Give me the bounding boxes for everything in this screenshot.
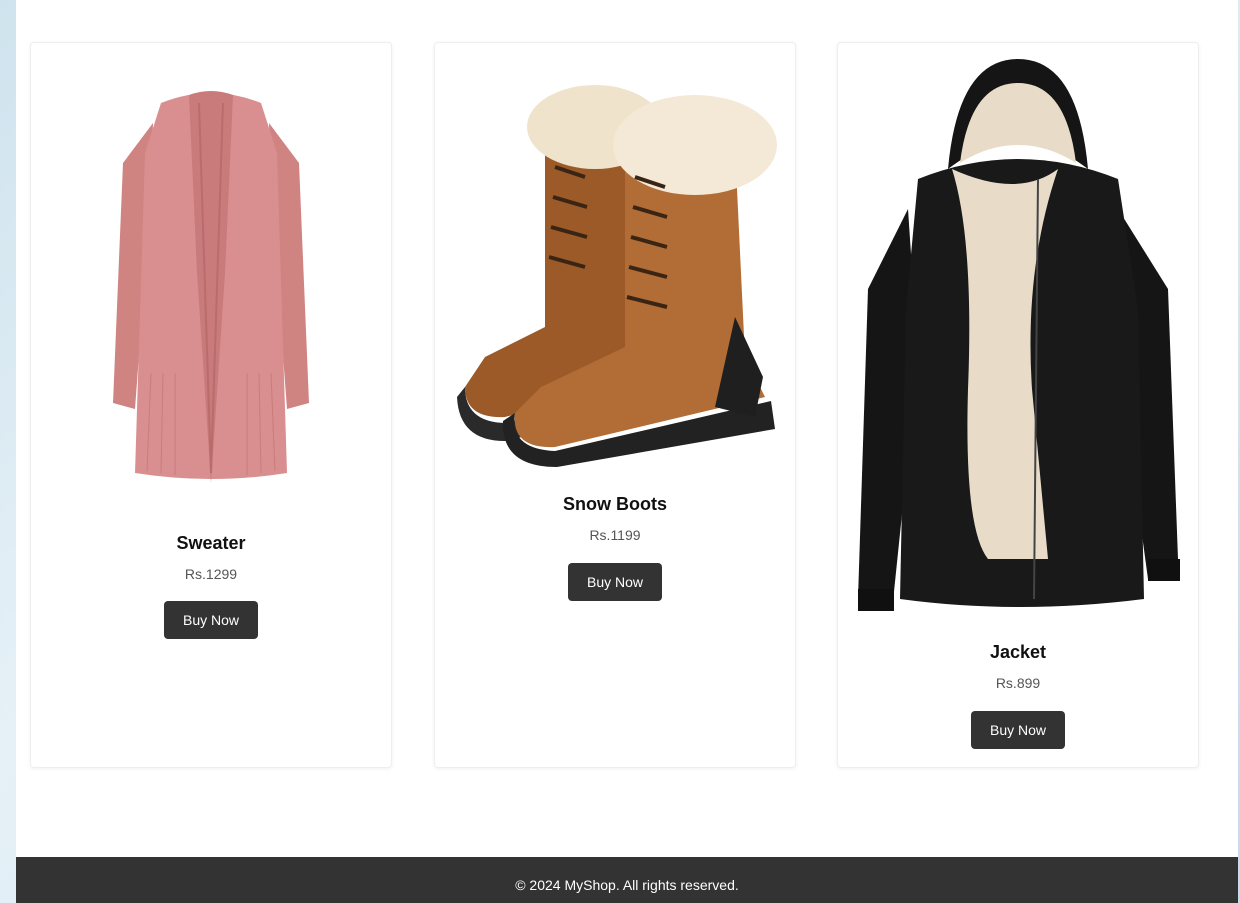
jacket-icon xyxy=(858,59,1180,611)
snow-boots-icon xyxy=(457,85,777,467)
buy-now-button[interactable]: Buy Now xyxy=(971,711,1065,749)
sweater-image xyxy=(31,73,391,503)
sweater-icon xyxy=(113,91,309,483)
product-grid: Sweater Rs.1299 Buy Now Snow Boots Rs.11… xyxy=(16,42,1238,768)
product-name: Sweater xyxy=(176,533,246,553)
product-card-jacket: Jacket Rs.899 Buy Now xyxy=(837,42,1199,768)
jacket-image xyxy=(838,59,1198,629)
product-price: Rs.1199 xyxy=(589,527,641,543)
product-price: Rs.899 xyxy=(995,675,1041,691)
footer: © 2024 MyShop. All rights reserved. xyxy=(16,857,1238,903)
product-name: Snow Boots xyxy=(563,494,667,514)
product-card-sweater: Sweater Rs.1299 Buy Now xyxy=(30,42,392,768)
product-card-snow-boots: Snow Boots Rs.1199 Buy Now xyxy=(434,42,796,768)
buy-now-button[interactable]: Buy Now xyxy=(568,563,662,601)
product-price: Rs.1299 xyxy=(184,566,238,582)
footer-copyright: © 2024 MyShop. All rights reserved. xyxy=(515,877,739,893)
snow-boots-image xyxy=(435,57,795,477)
product-name: Jacket xyxy=(989,642,1047,662)
buy-now-button[interactable]: Buy Now xyxy=(164,601,258,639)
page: Sweater Rs.1299 Buy Now Snow Boots Rs.11… xyxy=(16,0,1238,903)
